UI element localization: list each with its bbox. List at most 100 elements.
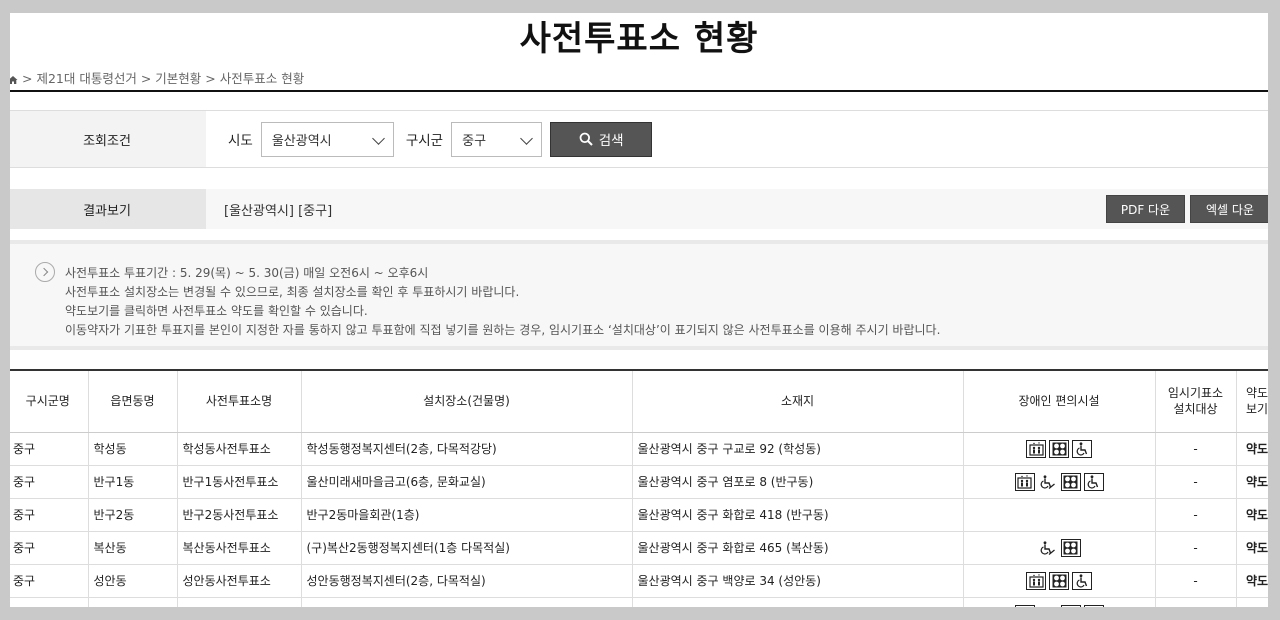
cell-dong: 중앙동: [88, 597, 178, 607]
wheelchair-icon: [1083, 472, 1104, 491]
col-header-dong: 읍면동명: [88, 370, 178, 433]
cell-temp-booth: -: [1155, 498, 1237, 532]
cell-facility: [963, 432, 1156, 466]
search-conditions-label: 조회조건: [10, 111, 206, 167]
cell-gu: 중구: [10, 432, 89, 466]
cell-facility: [963, 564, 1156, 598]
table-row: 중구 복산동 복산동사전투표소 (구)복산2동행정복지센터(1층 다목적실) 울…: [10, 531, 1268, 565]
cell-facility: [963, 597, 1156, 607]
map-link[interactable]: 약도: [1236, 432, 1268, 466]
search-icon: [579, 132, 593, 146]
col-header-place: 설치장소(건물명): [301, 370, 633, 433]
cell-station: 반구2동사전투표소: [177, 498, 302, 532]
braille-block-icon: [1060, 472, 1081, 491]
page-title: 사전투표소 현황: [519, 19, 759, 59]
cell-dong: 반구1동: [88, 465, 178, 499]
home-icon[interactable]: [10, 73, 18, 84]
col-header-station: 사전투표소명: [177, 370, 302, 433]
braille-block-icon: [1049, 439, 1069, 458]
col-header-address: 소재지: [632, 370, 964, 433]
breadcrumb: > 제21대 대통령선거 > 기본현황 > 사전투표소 현황: [10, 68, 304, 87]
notice-line: 약도보기를 클릭하면 사전투표소 약도를 확인할 수 있습니다.: [65, 304, 368, 318]
cell-dong: 반구2동: [88, 498, 178, 532]
search-conditions: 조회조건 시도 울산광역시 구시군 중구 검색: [10, 110, 1268, 168]
cell-temp-booth: -: [1155, 564, 1237, 598]
cell-dong: 학성동: [88, 432, 178, 466]
cell-facility: [963, 531, 1156, 565]
notice-line: 이동약자가 기표한 투표지를 본인이 지정한 자를 통하지 않고 투표함에 직접…: [65, 323, 941, 337]
wheelchair-icon: [1072, 439, 1092, 458]
cell-facility: [963, 498, 1156, 532]
cell-gu: 중구: [10, 597, 89, 607]
viewport-top-edge: [0, 0, 1280, 13]
ramp-icon: [1037, 538, 1058, 557]
result-label: 결과보기: [10, 189, 206, 229]
map-link[interactable]: 약도: [1236, 465, 1268, 499]
cell-place: 반구2동마을회관(1층): [301, 498, 633, 532]
gu-select[interactable]: 중구: [451, 121, 543, 157]
cell-station: 반구1동사전투표소: [177, 465, 302, 499]
notice-line: 사전투표소 설치장소는 변경될 수 있으므로, 최종 설치장소를 확인 후 투표…: [65, 285, 520, 299]
title-divider: [10, 90, 1268, 92]
page-content: 사전투표소 현황 > 제21대 대통령선거 > 기본현황 > 사전투표소 현황 …: [10, 13, 1268, 607]
cell-address: 울산광역시 중구 화합로 465 (복산동): [632, 531, 964, 565]
cell-address: 울산광역시 중구 염포로 8 (반구동): [632, 465, 964, 499]
ramp-icon: [1037, 472, 1058, 491]
sido-select-value: 울산광역시: [271, 133, 332, 149]
elevator-icon: [1014, 472, 1035, 491]
pdf-download-button[interactable]: PDF 다운: [1106, 195, 1185, 223]
cell-gu: 중구: [10, 564, 89, 598]
table-header-row: 구시군명 읍면동명 사전투표소명 설치장소(건물명) 소재지 장애인 편의시설 …: [10, 370, 1268, 433]
elevator-icon: [1026, 439, 1046, 458]
gu-select-value: 중구: [462, 133, 487, 149]
search-button[interactable]: 검색: [550, 121, 653, 157]
notice-box: 사전투표소 투표기간 : 5. 29(목) ~ 5. 30(금) 매일 오전6시…: [10, 240, 1268, 350]
col-header-gu: 구시군명: [10, 370, 89, 433]
cell-address: 울산광역시 중구 화합로 418 (반구동): [632, 498, 964, 532]
cell-dong: 성안동: [88, 564, 178, 598]
cell-address: 울산광역시 중구 중앙길 199 (학산동): [632, 597, 964, 607]
cell-facility: [963, 465, 1156, 499]
cell-place: 중앙동행정복지센터(2층, 회의실): [301, 597, 633, 607]
map-link[interactable]: 약도: [1236, 531, 1268, 565]
cell-temp-booth: -: [1155, 465, 1237, 499]
cell-address: 울산광역시 중구 백양로 34 (성안동): [632, 564, 964, 598]
cell-station: 성안동사전투표소: [177, 564, 302, 598]
table-row: 중구 성안동 성안동사전투표소 성안동행정복지센터(2층, 다목적실) 울산광역…: [10, 564, 1268, 598]
cell-place: 학성동행정복지센터(2층, 다목적강당): [301, 432, 633, 466]
cell-gu: 중구: [10, 498, 89, 532]
col-header-temp-booth: 임시기표소 설치대상: [1155, 370, 1237, 433]
sido-label: 시도: [228, 133, 253, 149]
search-button-label: 검색: [598, 133, 624, 149]
gu-label: 구시군: [405, 133, 444, 149]
cell-station: 중앙동사전투표소: [177, 597, 302, 607]
map-link[interactable]: 약도: [1236, 597, 1268, 607]
sido-select[interactable]: 울산광역시: [260, 121, 394, 157]
cell-address: 울산광역시 중구 구교로 92 (학성동): [632, 432, 964, 466]
viewport-left-edge: [0, 0, 10, 620]
excel-download-button[interactable]: 엑셀 다운: [1190, 195, 1268, 223]
table-row: 중구 중앙동 중앙동사전투표소 중앙동행정복지센터(2층, 회의실) 울산광역시…: [10, 597, 1268, 607]
cell-gu: 중구: [10, 465, 89, 499]
map-link[interactable]: 약도: [1236, 564, 1268, 598]
result-bar: 결과보기 [울산광역시] [중구] PDF 다운 엑셀 다운: [10, 189, 1268, 229]
braille-block-icon: [1060, 538, 1081, 557]
wheelchair-icon: [1072, 571, 1092, 590]
cell-place: 울산미래새마을금고(6층, 문화교실): [301, 465, 633, 499]
cell-gu: 중구: [10, 531, 89, 565]
scrollbar-track[interactable]: [1268, 0, 1280, 620]
map-link[interactable]: 약도: [1236, 498, 1268, 532]
breadcrumb-current: > 사전투표소 현황: [205, 71, 305, 86]
cell-station: 학성동사전투표소: [177, 432, 302, 466]
polling-station-table: 구시군명 읍면동명 사전투표소명 설치장소(건물명) 소재지 장애인 편의시설 …: [10, 369, 1268, 607]
notice-line: 사전투표소 투표기간 : 5. 29(목) ~ 5. 30(금) 매일 오전6시…: [65, 266, 429, 280]
braille-block-icon: [1049, 571, 1069, 590]
elevator-icon: [1026, 571, 1046, 590]
breadcrumb-basic-status[interactable]: > 기본현황: [141, 68, 201, 87]
breadcrumb-election[interactable]: > 제21대 대통령선거: [22, 68, 137, 87]
cell-dong: 복산동: [88, 531, 178, 565]
col-header-map: 약도 보기: [1236, 370, 1268, 433]
cell-station: 복산동사전투표소: [177, 531, 302, 565]
table-row: 중구 학성동 학성동사전투표소 학성동행정복지센터(2층, 다목적강당) 울산광…: [10, 432, 1268, 466]
col-header-facility: 장애인 편의시설: [963, 370, 1156, 433]
